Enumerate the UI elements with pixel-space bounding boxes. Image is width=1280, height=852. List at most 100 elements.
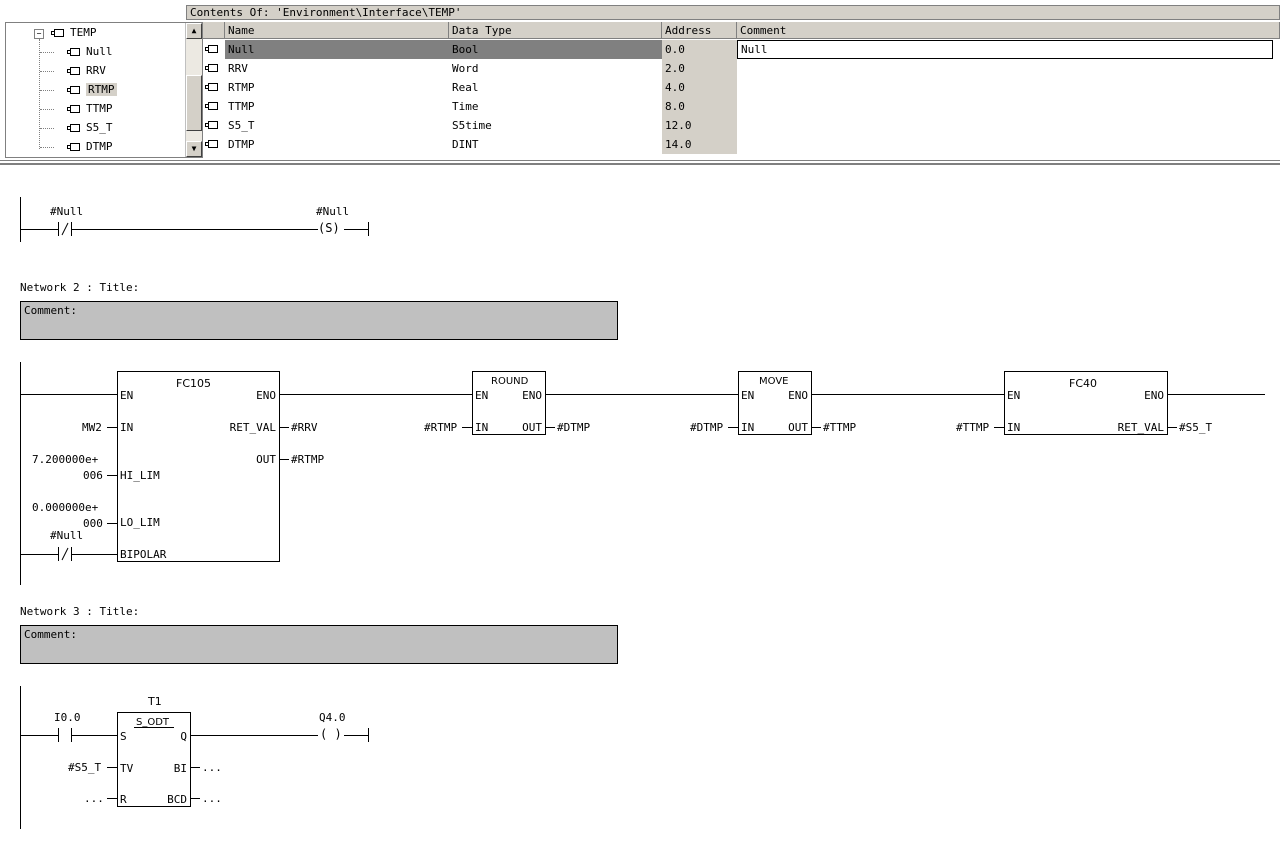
operand-hi-lim-exp: 006 bbox=[83, 469, 103, 482]
wire bbox=[728, 427, 738, 428]
operand-hi-lim[interactable]: 7.200000e+ bbox=[32, 453, 98, 466]
set-coil[interactable]: (S) bbox=[318, 222, 340, 235]
pin-en: EN bbox=[475, 389, 489, 402]
pin-s: S bbox=[120, 730, 127, 743]
cell-name[interactable]: S5_T bbox=[225, 116, 449, 135]
wire bbox=[107, 798, 117, 799]
operand-out[interactable]: #RTMP bbox=[291, 453, 324, 466]
wire bbox=[344, 229, 368, 230]
cell-type[interactable]: Word bbox=[449, 59, 662, 78]
operand-out[interactable]: #S5_T bbox=[1179, 421, 1212, 434]
output-coil[interactable]: ( ) bbox=[320, 728, 342, 741]
cell-address: 4.0 bbox=[662, 78, 737, 97]
operand-in[interactable]: #TTMP bbox=[956, 421, 989, 434]
table-row[interactable]: RTMP Real 4.0 bbox=[203, 78, 1280, 97]
wire bbox=[344, 735, 368, 736]
fc105-block[interactable]: FC105 EN ENO IN RET_VAL OUT HI_LIM LO_LI… bbox=[117, 371, 280, 562]
operand-tv[interactable]: #S5_T bbox=[68, 761, 101, 774]
variable-icon bbox=[67, 143, 80, 151]
network-comment[interactable]: Comment: bbox=[20, 301, 618, 340]
wire bbox=[546, 427, 555, 428]
variable-icon bbox=[205, 140, 218, 148]
table-row[interactable]: DTMP DINT 14.0 bbox=[203, 135, 1280, 154]
cell-comment[interactable] bbox=[737, 59, 1280, 78]
operand-lo-lim[interactable]: 0.000000e+ bbox=[32, 501, 98, 514]
operand-in[interactable]: #DTMP bbox=[690, 421, 723, 434]
wire-end bbox=[368, 728, 369, 742]
table-row[interactable]: S5_T S5time 12.0 bbox=[203, 116, 1280, 135]
cell-name[interactable]: TTMP bbox=[225, 97, 449, 116]
col-comment-header[interactable]: Comment bbox=[737, 22, 1280, 39]
operand-bcd[interactable]: ... bbox=[202, 792, 222, 805]
operand-bi[interactable]: ... bbox=[202, 761, 222, 774]
tree-item-ttmp[interactable]: TTMP bbox=[40, 101, 113, 117]
network-title[interactable]: Network 2 : Title: bbox=[20, 281, 139, 294]
operand-out[interactable]: #TTMP bbox=[823, 421, 856, 434]
fc40-block[interactable]: FC40 EN ENO IN RET_VAL bbox=[1004, 371, 1168, 435]
round-block[interactable]: ROUND EN ENO IN OUT bbox=[472, 371, 546, 435]
normally-closed-contact[interactable] bbox=[58, 547, 72, 561]
operand-ret-val[interactable]: #RRV bbox=[291, 421, 318, 434]
operand-in[interactable]: #RTMP bbox=[424, 421, 457, 434]
cell-type[interactable]: Real bbox=[449, 78, 662, 97]
variable-icon bbox=[67, 105, 80, 113]
coil-label: #Null bbox=[316, 205, 350, 218]
slash-icon bbox=[61, 547, 69, 561]
tree-item-root[interactable]: TEMP bbox=[50, 25, 97, 41]
tree-scrollbar[interactable]: ▲ ▼ bbox=[185, 23, 202, 157]
variable-icon bbox=[67, 48, 80, 56]
col-name-header[interactable]: Name bbox=[225, 22, 449, 39]
wire bbox=[72, 229, 318, 230]
operand-r[interactable]: ... bbox=[84, 792, 104, 805]
cell-name[interactable]: Null bbox=[225, 40, 449, 59]
operand-out[interactable]: #DTMP bbox=[557, 421, 590, 434]
cell-comment[interactable] bbox=[737, 78, 1280, 97]
table-row[interactable]: RRV Word 2.0 bbox=[203, 59, 1280, 78]
tree-collapse-toggle[interactable]: − bbox=[34, 29, 44, 39]
col-type-header[interactable]: Data Type bbox=[449, 22, 662, 39]
scroll-thumb[interactable] bbox=[186, 75, 202, 131]
normally-closed-contact[interactable] bbox=[58, 222, 72, 236]
slash-icon bbox=[61, 222, 69, 236]
table-row[interactable]: Null Bool 0.0 Null bbox=[203, 40, 1280, 59]
cell-type[interactable]: S5time bbox=[449, 116, 662, 135]
wire bbox=[994, 427, 1004, 428]
cell-comment[interactable] bbox=[737, 97, 1280, 116]
cell-comment[interactable] bbox=[737, 116, 1280, 135]
pin-r: R bbox=[120, 793, 127, 806]
wire bbox=[20, 735, 58, 736]
ladder-editor[interactable]: #Null #Null (S) Network 2 : Title: Comme… bbox=[0, 163, 1280, 852]
timer-block[interactable]: S_ODT S Q TV BI R BCD bbox=[117, 712, 191, 807]
tree-item-rrv[interactable]: RRV bbox=[40, 63, 106, 79]
move-block[interactable]: MOVE EN ENO IN OUT bbox=[738, 371, 812, 435]
col-address-header[interactable]: Address bbox=[662, 22, 737, 39]
timer-name[interactable]: T1 bbox=[148, 695, 162, 708]
contents-header: Contents Of: 'Environment\Interface\TEMP… bbox=[186, 5, 1280, 20]
cell-comment[interactable] bbox=[737, 135, 1280, 154]
cell-comment-editing[interactable]: Null bbox=[737, 40, 1273, 59]
block-name: FC105 bbox=[176, 377, 212, 390]
tree-item-null[interactable]: Null bbox=[40, 44, 113, 60]
scroll-up-arrow-icon[interactable]: ▲ bbox=[186, 23, 202, 39]
normally-open-contact[interactable] bbox=[58, 728, 72, 742]
cell-type[interactable]: Bool bbox=[449, 40, 662, 59]
cell-type[interactable]: DINT bbox=[449, 135, 662, 154]
cell-name[interactable]: RRV bbox=[225, 59, 449, 78]
variable-icon bbox=[205, 121, 218, 129]
wire bbox=[20, 394, 117, 395]
table-row[interactable]: TTMP Time 8.0 bbox=[203, 97, 1280, 116]
cell-name[interactable]: DTMP bbox=[225, 135, 449, 154]
cell-name[interactable]: RTMP bbox=[225, 78, 449, 97]
scroll-down-arrow-icon[interactable]: ▼ bbox=[186, 141, 202, 157]
operand-in[interactable]: MW2 bbox=[82, 421, 102, 434]
coil-label: Q4.0 bbox=[319, 711, 346, 724]
tree-item-dtmp[interactable]: DTMP bbox=[40, 139, 113, 155]
variable-icon bbox=[67, 67, 80, 75]
pin-eno: ENO bbox=[1144, 389, 1164, 402]
wire bbox=[812, 394, 1004, 395]
network-title[interactable]: Network 3 : Title: bbox=[20, 605, 139, 618]
cell-type[interactable]: Time bbox=[449, 97, 662, 116]
tree-item-rtmp[interactable]: RTMP bbox=[40, 82, 117, 98]
network-comment[interactable]: Comment: bbox=[20, 625, 618, 664]
tree-item-s5t[interactable]: S5_T bbox=[40, 120, 113, 136]
